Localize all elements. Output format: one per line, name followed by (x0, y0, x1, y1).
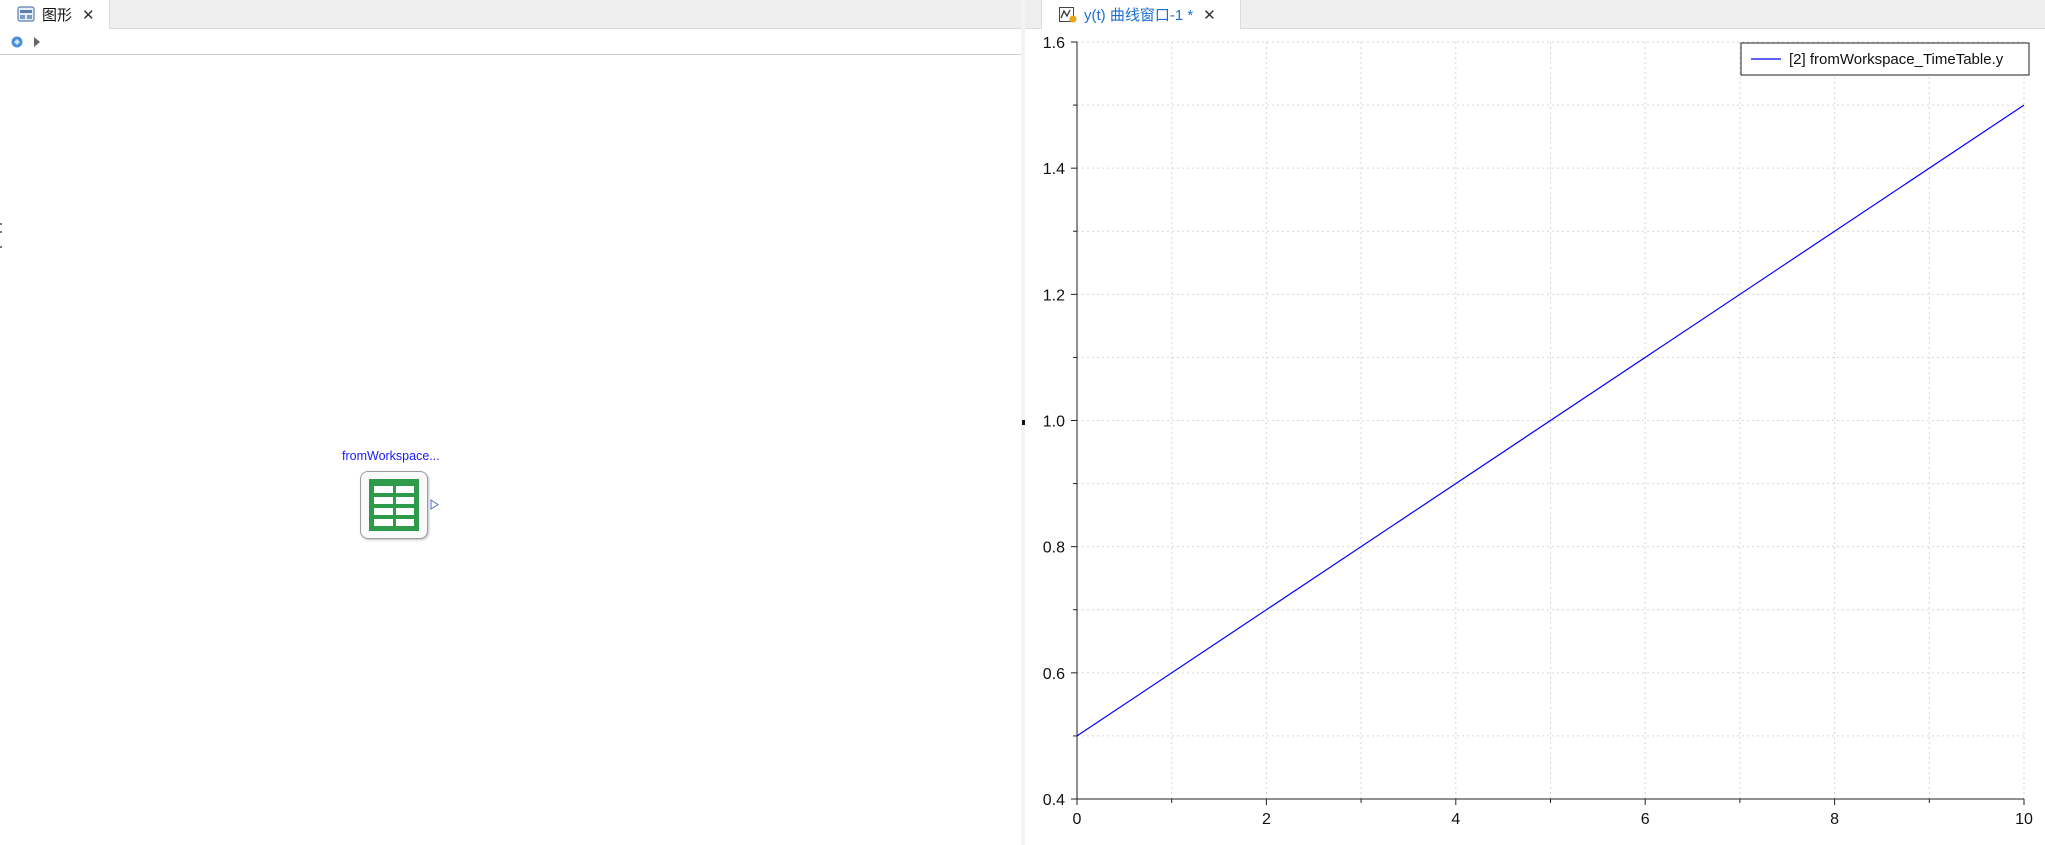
tab-graphics[interactable]: 图形 ✕ (0, 0, 110, 29)
legend-label: [2] fromWorkspace_TimeTable.y (1789, 51, 2004, 68)
x-tick-label: 10 (2015, 811, 2033, 828)
y-tick-label: 1.4 (1043, 161, 1065, 178)
tab-graphics-label: 图形 (42, 7, 73, 24)
plot-window-icon (1058, 6, 1078, 24)
block-label: fromWorkspace... (342, 449, 440, 463)
y-tick-label: 0.4 (1043, 792, 1065, 809)
x-tick-label: 4 (1451, 811, 1460, 828)
diagram-view-icon (16, 5, 36, 24)
edge-marker (0, 231, 2, 233)
close-icon[interactable]: ✕ (82, 6, 95, 24)
y-tick-label: 1.2 (1043, 287, 1065, 304)
y-tick-label: 1.0 (1043, 414, 1065, 431)
tab-curve-label: y(t) 曲线窗口-1 * (1084, 7, 1194, 24)
plot-pane: y(t) 曲线窗口-1 * ✕ 0.4 0.6 0.8 1.0 1.2 1.4 1.6 0 2 4… (1025, 0, 2045, 845)
diagram-canvas[interactable]: fromWorkspace... (0, 55, 1021, 845)
x-tick-label: 0 (1073, 811, 1082, 828)
close-icon[interactable]: ✕ (1203, 6, 1216, 24)
block-frame (360, 471, 428, 539)
edge-marker (0, 246, 2, 248)
x-tick-label: 6 (1641, 811, 1650, 828)
output-port-icon[interactable] (430, 499, 439, 510)
diagram-pane: 图形 ✕ fromWorkspace... (0, 0, 1022, 845)
diagram-toolbar (0, 29, 1021, 55)
expand-arrow-icon[interactable] (32, 36, 42, 48)
plot-tabstrip: y(t) 曲线窗口-1 * ✕ (1025, 0, 2045, 29)
plot-area[interactable]: 0.4 0.6 0.8 1.0 1.2 1.4 1.6 0 2 4 6 8 10 [2] fromWork… (1025, 29, 2045, 845)
model-icon[interactable] (10, 35, 24, 49)
table-icon (369, 479, 419, 531)
y-tick-label: 0.8 (1043, 540, 1065, 557)
diagram-tabstrip: 图形 ✕ (0, 0, 1021, 29)
y-tick-label: 0.6 (1043, 666, 1065, 683)
y-tick-label: 1.6 (1043, 35, 1065, 52)
tab-curve-window[interactable]: y(t) 曲线窗口-1 * ✕ (1041, 0, 1241, 29)
legend[interactable]: [2] fromWorkspace_TimeTable.y (1740, 42, 2030, 76)
series-line (1076, 104, 2025, 737)
x-tick-label: 2 (1262, 811, 1271, 828)
edge-marker (0, 223, 2, 225)
from-workspace-block[interactable]: fromWorkspace... (340, 449, 440, 545)
x-tick-label: 8 (1830, 811, 1839, 828)
